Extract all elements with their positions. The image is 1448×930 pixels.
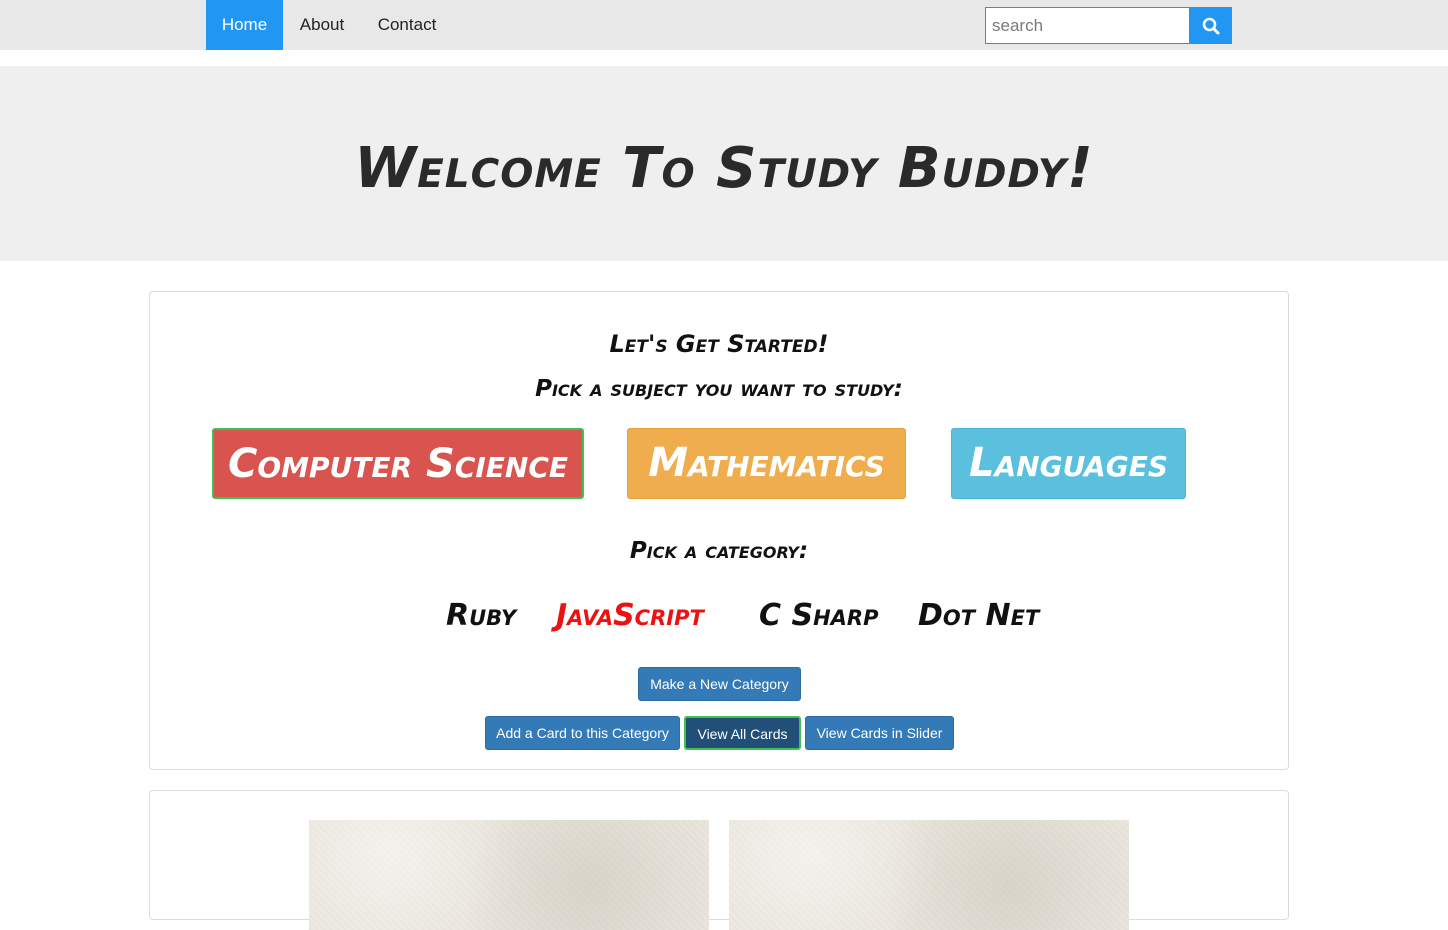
subject-prompt: Pick a subject you want to study:	[535, 376, 903, 402]
cards-panel	[149, 790, 1289, 930]
flash-card[interactable]	[729, 820, 1129, 930]
category-ruby[interactable]: Ruby	[446, 598, 516, 634]
started-heading: Let's Get Started!	[609, 330, 829, 358]
nav-about[interactable]: About	[283, 0, 361, 50]
view-all-cards-button[interactable]: View All Cards	[684, 716, 801, 750]
page-title: Welcome To Study Buddy!	[354, 136, 1094, 201]
new-category-button[interactable]: Make a New Category	[638, 667, 801, 701]
search-input[interactable]	[985, 7, 1190, 44]
subject-computer-science-button[interactable]: Computer Science	[212, 428, 584, 499]
view-slider-button[interactable]: View Cards in Slider	[805, 716, 954, 750]
search-icon	[1202, 17, 1220, 34]
category-prompt: Pick a category:	[629, 538, 809, 564]
subject-languages-button[interactable]: Languages	[951, 428, 1186, 499]
category-javascript[interactable]: JavaScript	[556, 598, 704, 634]
category-dot-net[interactable]: Dot Net	[918, 598, 1039, 634]
search-button[interactable]	[1190, 7, 1232, 44]
hero-banner: Welcome To Study Buddy!	[0, 66, 1448, 261]
nav-contact[interactable]: Contact	[361, 0, 453, 50]
subject-mathematics-button[interactable]: Mathematics	[627, 428, 906, 499]
navbar: Home About Contact	[0, 0, 1448, 50]
nav-home[interactable]: Home	[206, 0, 283, 50]
study-panel: Let's Get Started! Pick a subject you wa…	[149, 291, 1289, 770]
add-card-button[interactable]: Add a Card to this Category	[485, 716, 680, 750]
category-c-sharp[interactable]: C Sharp	[759, 598, 878, 634]
flash-card[interactable]	[309, 820, 709, 930]
